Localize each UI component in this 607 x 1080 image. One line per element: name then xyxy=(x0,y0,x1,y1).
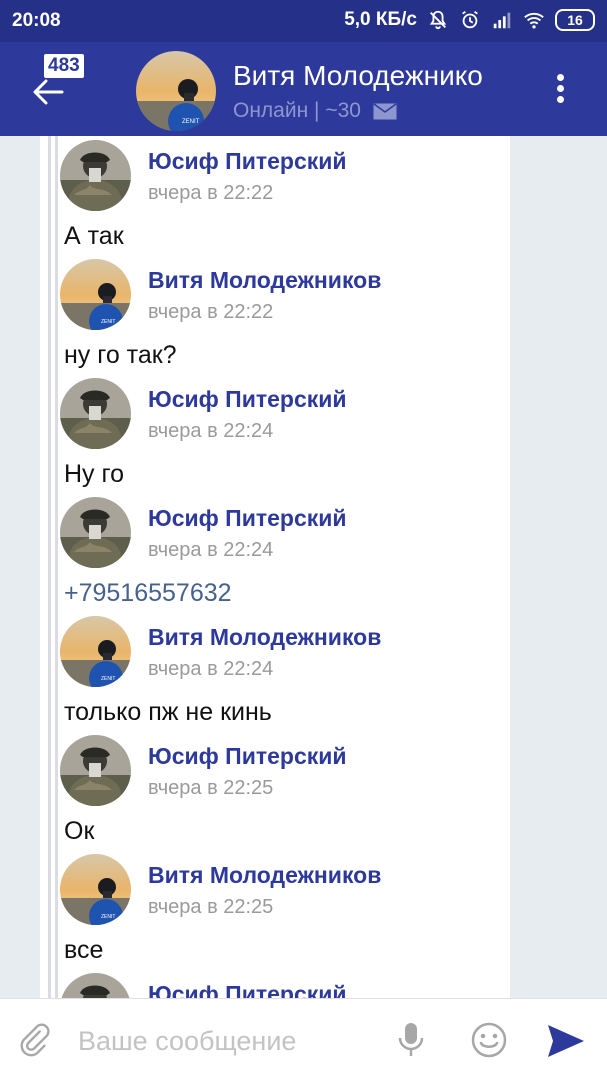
sender-avatar[interactable] xyxy=(60,973,131,998)
wifi-icon xyxy=(524,12,544,29)
sender-name[interactable]: Витя Молодежников xyxy=(148,862,381,889)
message-feed[interactable]: Юсиф Питерский вчера в 22:22 А так ZENIT Вит… xyxy=(0,136,607,998)
sender-avatar[interactable]: ZENIT xyxy=(60,854,131,925)
phone-link[interactable]: +79516557632 xyxy=(64,579,232,608)
message-composer xyxy=(0,998,607,1080)
message-item[interactable]: ZENIT Витя Молодежников вчера в 22:24 тольк… xyxy=(0,616,607,735)
sender-name[interactable]: Юсиф Питерский xyxy=(148,981,347,998)
sender-avatar[interactable] xyxy=(60,497,131,568)
message-input[interactable] xyxy=(78,1021,378,1061)
sender-avatar[interactable] xyxy=(60,140,131,211)
sender-name[interactable]: Юсиф Питерский xyxy=(148,505,347,532)
message-date: вчера в 22:24 xyxy=(148,420,274,442)
message-text: все xyxy=(64,936,104,964)
svg-text:ZENIT: ZENIT xyxy=(182,119,200,125)
message-text: Ок xyxy=(64,817,95,845)
message-date: вчера в 22:24 xyxy=(148,658,274,680)
status-icons: 5,0 КБ/с 16 xyxy=(344,9,595,31)
battery-indicator: 16 xyxy=(555,9,595,31)
message-date: вчера в 22:24 xyxy=(148,539,274,561)
sender-avatar[interactable] xyxy=(60,378,131,449)
message-item[interactable]: Юсиф Питерский вчера в 22:24 Ну го xyxy=(0,378,607,497)
svg-text:ZENIT: ZENIT xyxy=(101,676,115,682)
message-date: вчера в 22:22 xyxy=(148,301,274,323)
svg-text:ZENIT: ZENIT xyxy=(101,914,115,920)
message-item[interactable]: ZENIT Витя Молодежников вчера в 22:25 все xyxy=(0,854,607,973)
contact-status: Онлайн | ~30 xyxy=(233,99,397,123)
contact-avatar[interactable]: ZENIT xyxy=(136,51,216,131)
status-bar: 20:08 5,0 КБ/с 16 xyxy=(0,0,607,42)
microphone-icon[interactable] xyxy=(396,1021,426,1059)
bell-muted-icon xyxy=(429,10,447,30)
back-arrow-icon[interactable] xyxy=(30,74,66,110)
message-text: ну го так? xyxy=(64,341,177,369)
contact-name: Витя Молодежнико xyxy=(233,60,483,91)
message-date: вчера в 22:25 xyxy=(148,896,274,918)
alarm-icon xyxy=(462,10,478,29)
message-item[interactable]: Юсиф Питерский xyxy=(0,973,607,998)
message-date: вчера в 22:25 xyxy=(148,777,274,799)
chat-header: 483 ZENIT Витя Молодежнико Онлайн | ~30 xyxy=(0,42,607,136)
message-text: А так xyxy=(64,222,124,250)
network-speed: 5,0 КБ/с xyxy=(344,9,417,30)
signal-icon xyxy=(493,12,511,29)
sender-avatar[interactable] xyxy=(60,735,131,806)
message-item[interactable]: Юсиф Питерский вчера в 22:25 Ок xyxy=(0,735,607,854)
sender-avatar[interactable]: ZENIT xyxy=(60,259,131,330)
message-item[interactable]: ZENIT Витя Молодежников вчера в 22:22 ну го… xyxy=(0,259,607,378)
sender-name[interactable]: Витя Молодежников xyxy=(148,267,381,294)
send-icon[interactable] xyxy=(546,1023,586,1059)
sender-name[interactable]: Юсиф Питерский xyxy=(148,743,347,770)
paperclip-icon[interactable] xyxy=(18,1023,54,1059)
message-item[interactable]: Юсиф Питерский вчера в 22:22 А так xyxy=(0,140,607,259)
unread-count-badge: 483 xyxy=(44,54,84,78)
sender-name[interactable]: Юсиф Питерский xyxy=(148,148,347,175)
online-status-text: Онлайн | ~30 xyxy=(233,99,361,122)
message-text: только пж не кинь xyxy=(64,698,272,726)
message-item[interactable]: Юсиф Питерский вчера в 22:24 +79516557632 xyxy=(0,497,607,616)
sender-avatar[interactable]: ZENIT xyxy=(60,616,131,687)
message-date: вчера в 22:22 xyxy=(148,182,274,204)
message-text: Ну го xyxy=(64,460,124,488)
status-time: 20:08 xyxy=(12,10,61,31)
svg-text:ZENIT: ZENIT xyxy=(101,319,115,325)
sender-name[interactable]: Витя Молодежников xyxy=(148,624,381,651)
emoji-icon[interactable] xyxy=(470,1021,508,1059)
sender-name[interactable]: Юсиф Питерский xyxy=(148,386,347,413)
envelope-icon xyxy=(373,103,397,120)
more-options-icon[interactable] xyxy=(549,74,571,108)
